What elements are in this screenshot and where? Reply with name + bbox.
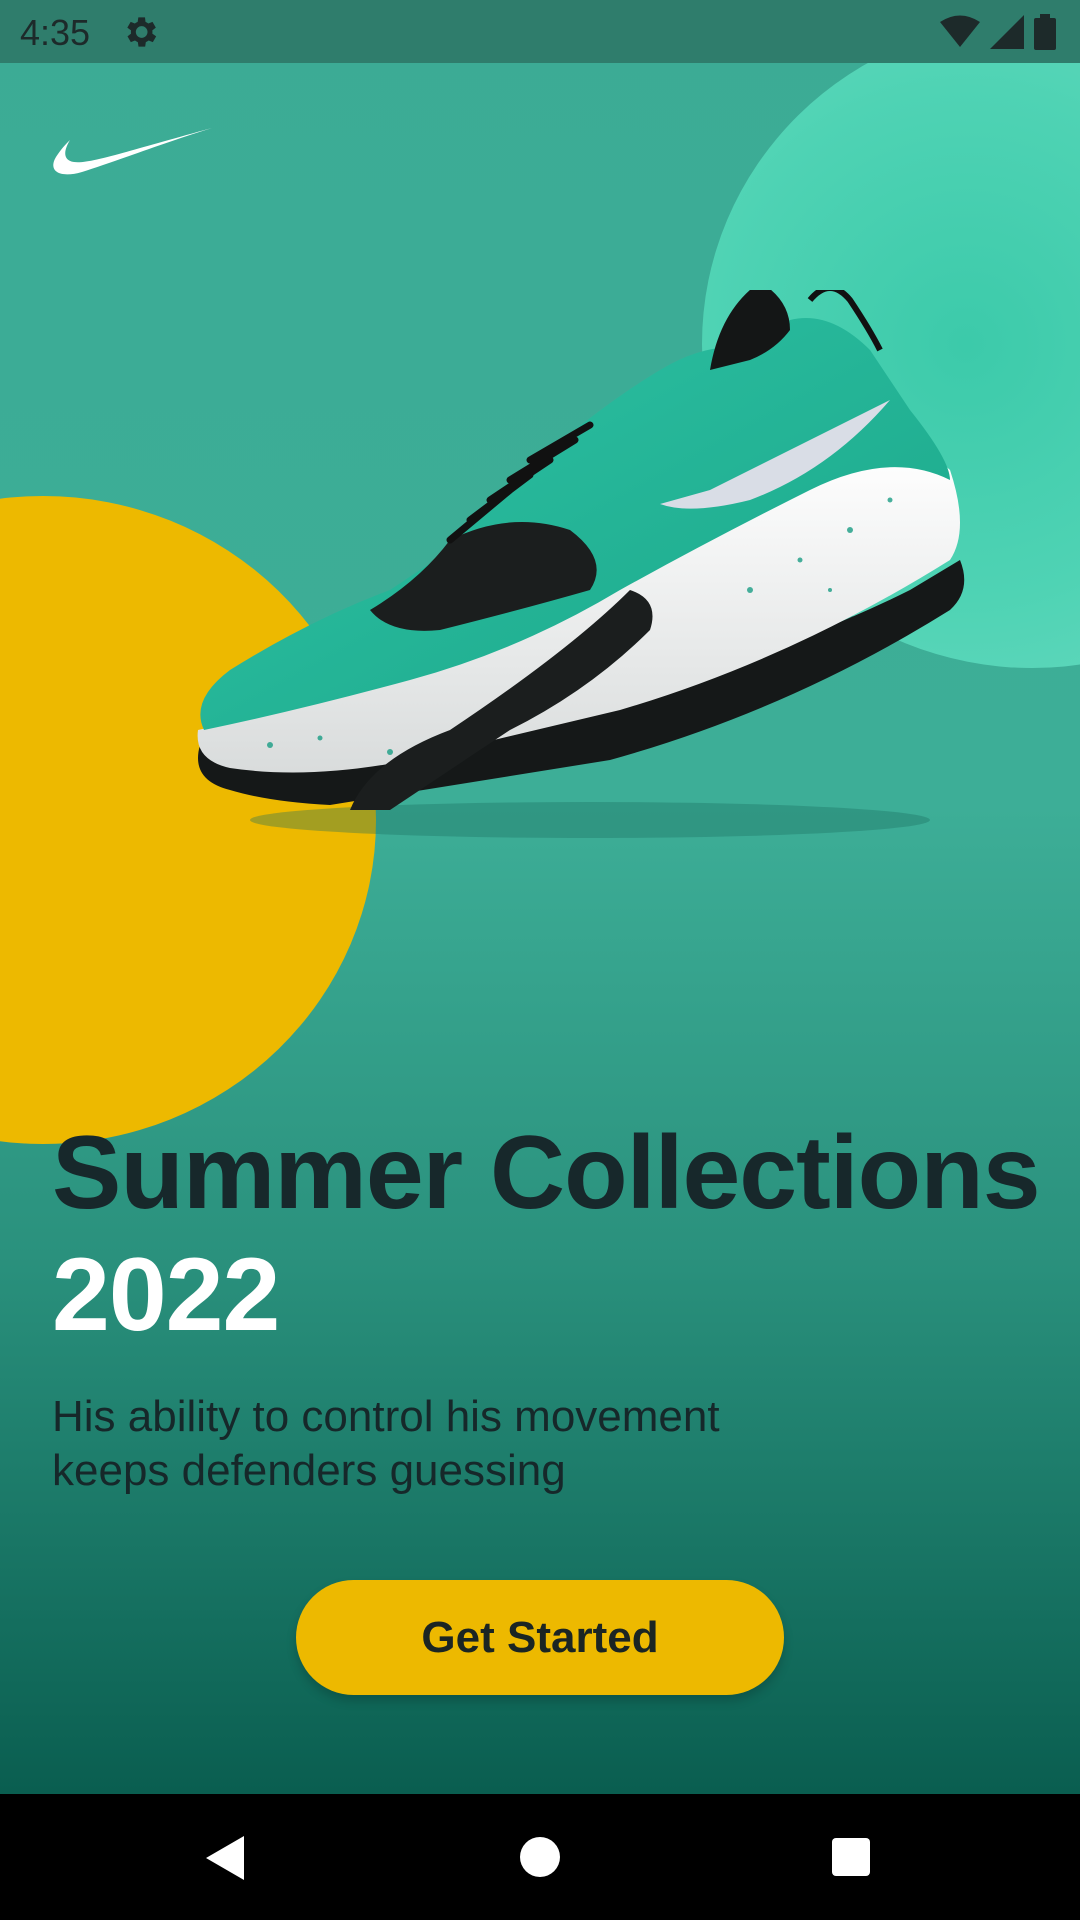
swoosh-logo <box>53 128 212 175</box>
battery-icon <box>1034 14 1056 50</box>
settings-gear-icon <box>127 17 157 47</box>
get-started-button[interactable]: Get Started <box>296 1580 784 1695</box>
onboarding-screen: 4:35 Summer Collections 2022 His ability… <box>0 0 1080 1794</box>
back-icon[interactable] <box>204 1836 248 1880</box>
recents-icon[interactable] <box>832 1838 870 1876</box>
status-bar: 4:35 <box>0 0 1080 63</box>
cell-signal-icon <box>990 15 1024 49</box>
headline-year: 2022 <box>52 1237 280 1353</box>
subtitle: His ability to control his movement keep… <box>52 1392 720 1495</box>
basketball-shoe-image <box>197 290 965 838</box>
headline-title: Summer Collections <box>52 1115 1041 1231</box>
home-icon[interactable] <box>520 1837 560 1877</box>
status-time: 4:35 <box>20 12 91 53</box>
wifi-icon <box>940 15 980 47</box>
headline: Summer Collections 2022 <box>52 1112 1052 1356</box>
